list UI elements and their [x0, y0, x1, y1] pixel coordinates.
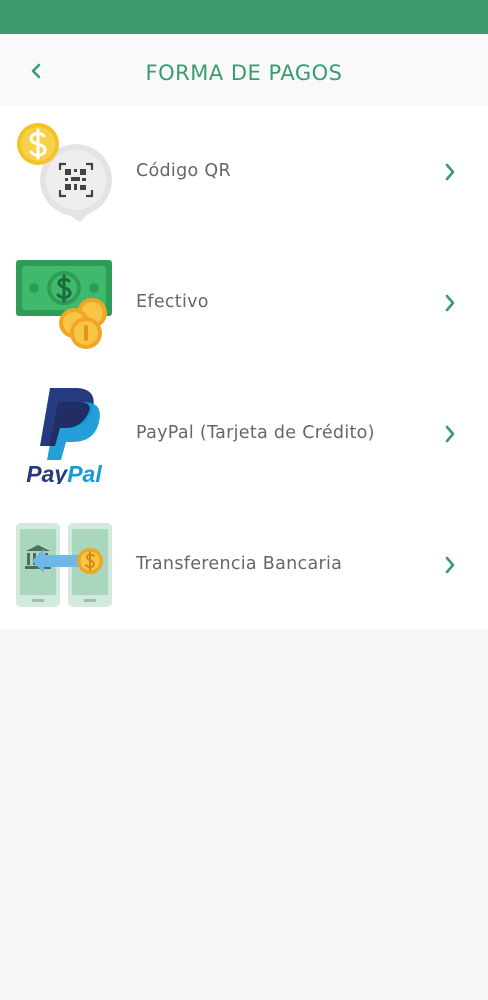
bank-transfer-icon: [16, 523, 112, 607]
payment-option-paypal[interactable]: PayPal PayPal (Tarjeta de Crédito): [0, 368, 488, 499]
header: FORMA DE PAGOS: [0, 34, 488, 106]
payment-option-bank-transfer[interactable]: Transferencia Bancaria: [0, 499, 488, 630]
status-bar: [0, 0, 488, 34]
qr-code-payment-icon: [17, 123, 112, 222]
payment-option-label: Código QR: [136, 161, 231, 181]
chevron-right-icon: [445, 163, 455, 181]
payment-option-qr[interactable]: Código QR: [0, 106, 488, 237]
payment-option-cash[interactable]: Efectivo: [0, 237, 488, 368]
chevron-right-icon: [445, 294, 455, 312]
chevron-right-icon: [445, 556, 455, 574]
paypal-logo-text: PayPal: [26, 461, 102, 484]
paypal-icon: PayPal: [26, 388, 102, 484]
payment-option-label: PayPal (Tarjeta de Crédito): [136, 423, 375, 443]
payment-method-list: Código QR Efectivo PayPal PayPal (Tarjet…: [0, 106, 488, 630]
chevron-right-icon: [445, 425, 455, 443]
payment-option-label: Efectivo: [136, 292, 209, 312]
payment-option-label: Transferencia Bancaria: [136, 554, 343, 574]
page-title: FORMA DE PAGOS: [145, 61, 343, 85]
cash-icon: [16, 260, 112, 349]
